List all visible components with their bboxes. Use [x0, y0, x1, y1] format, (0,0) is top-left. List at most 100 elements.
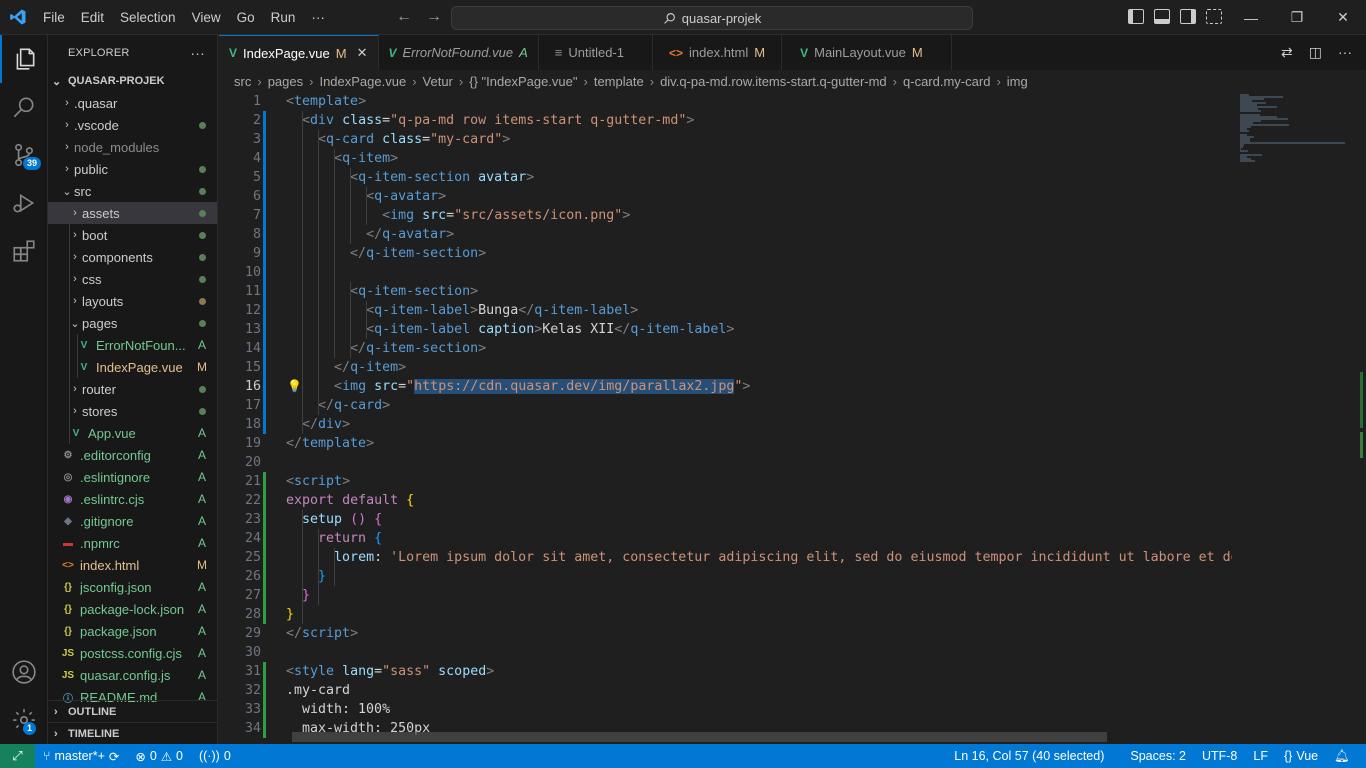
tree-item-jsconfig-json[interactable]: {} jsconfig.json A	[48, 576, 217, 598]
minimize-icon[interactable]: —	[1228, 0, 1274, 35]
menu-edit[interactable]: Edit	[73, 0, 112, 35]
tree-item-editorconfig[interactable]: ⚙ .editorconfig A	[48, 444, 217, 466]
forward-arrow-icon[interactable]: →	[426, 8, 442, 26]
back-arrow-icon[interactable]: ←	[396, 8, 412, 26]
more-actions-icon[interactable]: ···	[1338, 44, 1352, 61]
extensions-icon[interactable]	[0, 227, 48, 275]
settings-gear-icon[interactable]: 1	[0, 696, 48, 744]
code-line[interactable]: 18 </div>	[219, 415, 1232, 434]
code-line[interactable]: 32 .my-card	[219, 681, 1232, 700]
source-control-icon[interactable]: 39	[0, 131, 48, 179]
minimap[interactable]	[1232, 92, 1356, 744]
tree-item-postcss-config-cjs[interactable]: JS postcss.config.cjs A	[48, 642, 217, 664]
explorer-more-button[interactable]: ···	[190, 45, 205, 61]
tree-item-errornotfoun[interactable]: V ErrorNotFoun... A	[48, 334, 217, 356]
breadcrumb-item[interactable]: IndexPage.vue	[319, 74, 406, 89]
horizontal-scrollbar[interactable]	[292, 732, 1107, 742]
breadcrumb-item[interactable]: {} "IndexPage.vue"	[469, 74, 577, 89]
code-line[interactable]: 22 export default {	[219, 491, 1232, 510]
menu-run[interactable]: Run	[263, 0, 304, 35]
code-line[interactable]: 23 setup () {	[219, 510, 1232, 529]
branch-indicator[interactable]: ⑂ master*+ ⟳	[35, 749, 127, 764]
tree-item-gitignore[interactable]: ◆ .gitignore A	[48, 510, 217, 532]
code-line[interactable]: 10	[219, 263, 1232, 282]
code-line[interactable]: 24 return {	[219, 529, 1232, 548]
remote-indicator[interactable]: ⤢	[0, 744, 35, 768]
search-icon[interactable]	[0, 83, 48, 131]
tree-item-layouts[interactable]: › layouts	[48, 290, 217, 312]
ports-indicator[interactable]: ((·)) 0	[191, 749, 239, 763]
code-line[interactable]: 5 <q-item-section avatar>	[219, 168, 1232, 187]
tree-item-package-json[interactable]: {} package.json A	[48, 620, 217, 642]
code-line[interactable]: 2 <div class="q-pa-md row items-start q-…	[219, 111, 1232, 130]
tab-untitled-1[interactable]: ≡ Untitled-1	[539, 35, 653, 70]
menu-more[interactable]: ···	[303, 0, 333, 35]
code-line[interactable]: 19 </template>	[219, 434, 1232, 453]
breadcrumb-item[interactable]: div.q-pa-md.row.items-start.q-gutter-md	[660, 74, 887, 89]
code-line[interactable]: 26 }	[219, 567, 1232, 586]
outline-section[interactable]: › OUTLINE	[48, 700, 217, 722]
code-line[interactable]: 21 <script>	[219, 472, 1232, 491]
notifications-bell-icon[interactable]: 🔔︎	[1326, 749, 1358, 764]
menu-file[interactable]: File	[35, 0, 73, 35]
end-of-line[interactable]: LF	[1245, 749, 1276, 763]
run-debug-icon[interactable]	[0, 179, 48, 227]
breadcrumb-item[interactable]: template	[594, 74, 644, 89]
tree-item-vscode[interactable]: › .vscode	[48, 114, 217, 136]
encoding[interactable]: UTF-8	[1194, 749, 1245, 763]
code-line[interactable]: 14 </q-item-section>	[219, 339, 1232, 358]
code-line[interactable]: 7 <img src="src/assets/icon.png">	[219, 206, 1232, 225]
tab-errornotfound-vue[interactable]: V ErrorNotFound.vue A	[379, 35, 539, 70]
code-line[interactable]: 16 💡 <img src="https://cdn.quasar.dev/img…	[219, 377, 1232, 396]
account-icon[interactable]	[0, 648, 48, 696]
code-line[interactable]: 33 width: 100%	[219, 700, 1232, 719]
language-mode[interactable]: {} Vue	[1276, 749, 1326, 763]
explorer-icon[interactable]	[0, 35, 48, 83]
breadcrumb-item[interactable]: Vetur	[423, 74, 453, 89]
code-line[interactable]: 31 <style lang="sass" scoped>	[219, 662, 1232, 681]
problems-indicator[interactable]: ⊗ 0 ⚠ 0	[127, 749, 191, 764]
code-line[interactable]: 9 </q-item-section>	[219, 244, 1232, 263]
tree-item-src[interactable]: ⌄ src	[48, 180, 217, 202]
code-line[interactable]: 17 </q-card>	[219, 396, 1232, 415]
tree-item-indexpage-vue[interactable]: V IndexPage.vue M	[48, 356, 217, 378]
timeline-section[interactable]: › TIMELINE	[48, 722, 217, 744]
menu-selection[interactable]: Selection	[112, 0, 184, 35]
tree-item-node-modules[interactable]: › node_modules	[48, 136, 217, 158]
customize-layout-icon[interactable]	[1206, 9, 1222, 24]
tree-item-css[interactable]: › css	[48, 268, 217, 290]
menu-go[interactable]: Go	[229, 0, 263, 35]
tree-item-eslintignore[interactable]: ◎ .eslintignore A	[48, 466, 217, 488]
code-line[interactable]: 13 <q-item-label caption>Kelas XII</q-it…	[219, 320, 1232, 339]
tree-item-app-vue[interactable]: V App.vue A	[48, 422, 217, 444]
tree-item-package-lock-json[interactable]: {} package-lock.json A	[48, 598, 217, 620]
vertical-scrollbar[interactable]	[1356, 92, 1366, 744]
indentation[interactable]: Spaces: 2	[1122, 749, 1194, 763]
tree-item-public[interactable]: › public	[48, 158, 217, 180]
tree-item-npmrc[interactable]: ▬ .npmrc A	[48, 532, 217, 554]
code-line[interactable]: 20	[219, 453, 1232, 472]
code-line[interactable]: 6 <q-avatar>	[219, 187, 1232, 206]
close-icon[interactable]: ✕	[1320, 0, 1366, 35]
code-line[interactable]: 29 </script>	[219, 624, 1232, 643]
split-editor-icon[interactable]: ◫	[1309, 44, 1322, 61]
tab-mainlayout-vue[interactable]: V MainLayout.vue M	[782, 35, 952, 70]
tab-index-html[interactable]: <> index.html M	[653, 35, 783, 70]
toggle-primary-sidebar-icon[interactable]	[1128, 9, 1144, 24]
tree-item-router[interactable]: › router	[48, 378, 217, 400]
tree-item-components[interactable]: › components	[48, 246, 217, 268]
tree-item-stores[interactable]: › stores	[48, 400, 217, 422]
code-line[interactable]: 11 <q-item-section>	[219, 282, 1232, 301]
tree-item-quasar[interactable]: › .quasar	[48, 92, 217, 114]
tree-item-pages[interactable]: ⌄ pages	[48, 312, 217, 334]
code-line[interactable]: 28}	[219, 605, 1232, 624]
tree-item-assets[interactable]: › assets	[48, 202, 217, 224]
code-line[interactable]: 1 <template>	[219, 92, 1232, 111]
code-line[interactable]: 15 </q-item>	[219, 358, 1232, 377]
workspace-root[interactable]: ⌄ QUASAR-PROJEK	[48, 70, 217, 92]
command-center[interactable]: quasar-projek	[451, 6, 973, 30]
open-changes-icon[interactable]: ⇄	[1281, 44, 1293, 61]
tree-item-quasar-config-js[interactable]: JS quasar.config.js A	[48, 664, 217, 686]
toggle-secondary-sidebar-icon[interactable]	[1180, 9, 1196, 24]
code-editor[interactable]: 1 <template> 2 <div class="q-pa-md row ite…	[219, 92, 1232, 744]
